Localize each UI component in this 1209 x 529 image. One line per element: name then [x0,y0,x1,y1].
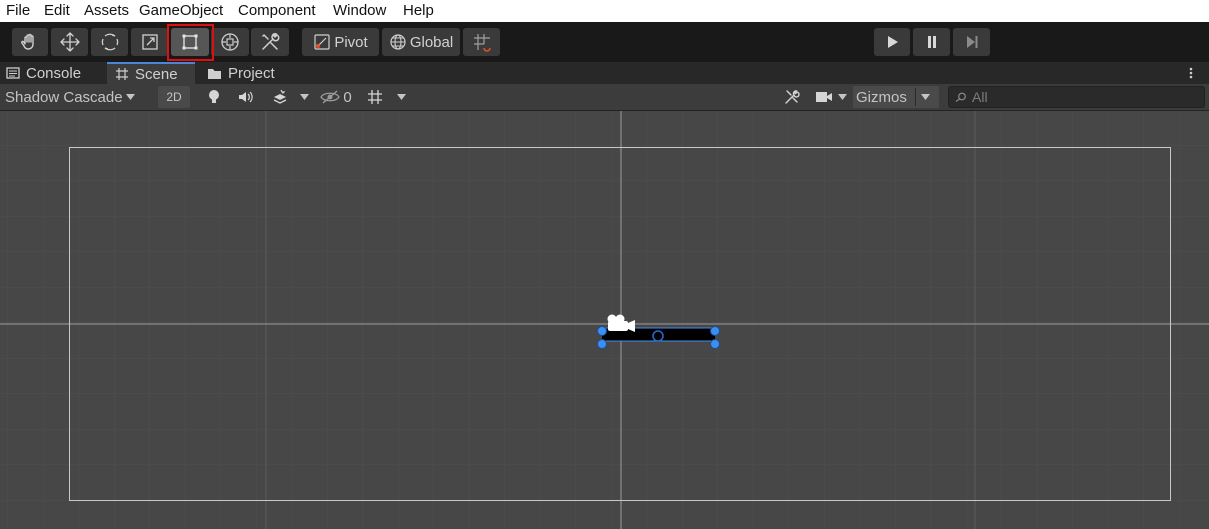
menu-component[interactable]: Component [238,2,316,20]
pivot-toggle-button[interactable]: Pivot [302,28,379,56]
hidden-objects-toggle[interactable]: 0 [318,86,354,108]
draw-mode-dropdown[interactable]: Shadow Cascade [5,86,147,108]
lightbulb-icon [209,90,219,103]
more-icon [1189,67,1193,79]
play-icon [888,36,898,48]
hidden-count: 0 [343,88,352,106]
transform-icon [221,33,239,51]
camera-icon [815,92,832,102]
pivot-label: Pivot [334,33,368,51]
globe-icon [390,34,406,50]
tools-icon [785,90,800,104]
play-button[interactable] [874,28,910,56]
custom-tool-icon [262,33,280,50]
tab-scene[interactable]: Scene [107,62,195,84]
console-icon [6,67,20,79]
pause-icon [927,36,936,48]
tab-project[interactable]: Project [207,62,307,84]
resize-handle[interactable] [710,326,720,336]
tab-bar: Console Scene Project [0,62,1209,84]
tab-console[interactable]: Console [6,62,106,84]
speaker-icon [239,91,253,103]
snap-grid-icon [473,34,491,52]
menu-file[interactable]: File [6,2,30,20]
grid-dropdown[interactable] [362,86,410,108]
grid-icon [116,68,128,80]
2d-mode-button[interactable]: 2D [158,86,190,108]
scale-icon [141,34,158,50]
gizmos-label: Gizmos [856,88,907,106]
menu-help[interactable]: Help [403,2,434,20]
2d-mode-label: 2D [166,90,182,104]
tab-options-button[interactable] [1184,62,1198,84]
snap-grid-button[interactable] [463,28,500,56]
chevron-down-icon [299,94,309,100]
chevron-down-icon [125,94,135,100]
step-icon [966,36,977,48]
hand-tool-button[interactable] [12,28,48,56]
move-icon [59,32,80,52]
transform-tool-button[interactable] [211,28,249,56]
tab-project-label: Project [228,64,275,82]
lighting-toggle[interactable] [200,86,228,108]
resize-handle[interactable] [597,339,607,349]
scale-tool-button[interactable] [131,28,168,56]
audio-toggle[interactable] [232,86,260,108]
scene-view[interactable] [0,111,1209,529]
tab-console-label: Console [26,64,82,82]
camera-dropdown[interactable] [812,86,850,108]
gizmos-dropdown[interactable]: Gizmos [853,86,939,108]
draw-mode-label: Shadow Cascade [5,88,123,106]
global-label: Global [409,33,454,51]
eye-hidden-icon [320,90,341,104]
resize-handle[interactable] [597,326,607,336]
pause-button[interactable] [913,28,950,56]
menu-assets[interactable]: Assets [84,2,129,20]
folder-icon [208,68,221,79]
rotate-icon [101,33,118,51]
scene-search-input[interactable]: All [948,86,1205,108]
move-tool-button[interactable] [51,28,88,56]
rotate-tool-button[interactable] [91,28,128,56]
scene-tools-button[interactable] [778,86,806,108]
global-toggle-button[interactable]: Global [382,28,460,56]
search-icon [955,92,966,102]
scene-canvas [0,111,1209,529]
menu-edit[interactable]: Edit [44,2,70,20]
search-placeholder: All [972,89,988,105]
resize-handle[interactable] [710,339,720,349]
chevron-down-icon [396,94,406,100]
custom-tool-button[interactable] [251,28,289,56]
menu-bar: File Edit Assets GameObject Component Wi… [0,0,1209,23]
tab-scene-label: Scene [135,65,178,83]
chevron-down-icon [920,94,930,100]
effects-icon [273,89,286,104]
hand-icon [21,33,34,50]
step-button[interactable] [953,28,990,56]
scene-toolbar: Shadow Cascade 2D 0 Gizmos All [0,84,1209,111]
effects-dropdown[interactable] [264,86,316,108]
selected-tool-highlight [167,24,214,61]
chevron-down-icon [837,94,847,100]
menu-gameobject[interactable]: GameObject [139,2,223,20]
menu-window[interactable]: Window [333,2,386,20]
grid-icon [367,90,382,104]
pivot-icon [314,34,330,50]
